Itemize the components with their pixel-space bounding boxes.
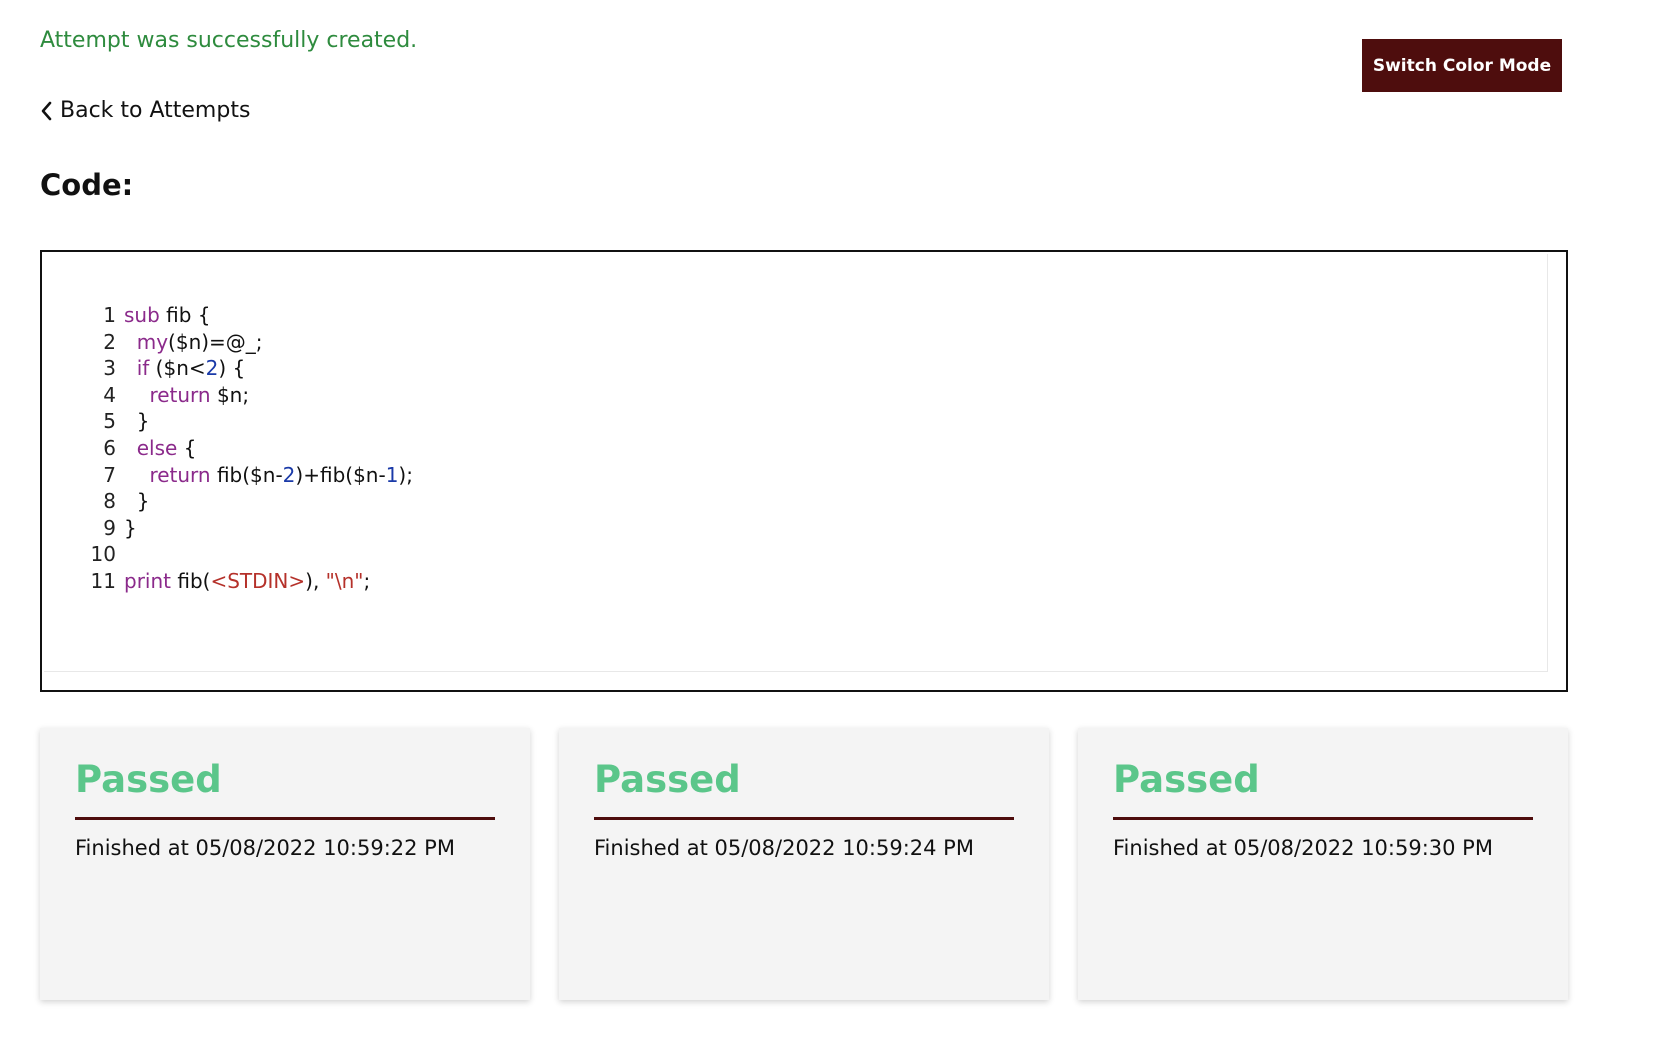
code-token: fib($n- — [210, 462, 283, 487]
code-token: fib( — [171, 568, 211, 593]
code-scroll-area[interactable]: 1 sub fib {2 my($n)=@_; 3 if ($n<2) {4 ret… — [44, 254, 1548, 672]
test-result-card: Passed Finished at 05/08/2022 10:59:22 P… — [40, 728, 530, 1000]
code-text: } — [124, 408, 150, 435]
test-result-card: Passed Finished at 05/08/2022 10:59:24 P… — [559, 728, 1049, 1000]
code-text: if ($n<2) { — [124, 355, 246, 382]
code-text: } — [124, 515, 137, 542]
line-number: 11 — [90, 568, 116, 593]
code-line: 8 } — [84, 488, 413, 515]
finished-time: Finished at 05/08/2022 10:59:24 PM — [594, 836, 974, 860]
code-token: 1 — [385, 462, 399, 487]
code-text: else { — [124, 435, 197, 462]
code-line: 1 sub fib { — [84, 302, 413, 329]
code-token: ; — [363, 568, 371, 593]
line-number: 9 — [103, 515, 116, 540]
back-to-attempts-link[interactable]: Back to Attempts — [40, 98, 250, 123]
chevron-left-icon — [40, 101, 52, 121]
line-number: 2 — [103, 329, 116, 354]
code-text: my($n)=@_; — [124, 329, 263, 356]
code-token: "\n" — [325, 568, 364, 593]
test-status: Passed — [1113, 758, 1260, 801]
code-token: 2 — [205, 356, 219, 381]
line-number: 5 — [103, 409, 116, 434]
code-token: if — [136, 356, 150, 381]
code-line: 11 print fib(<STDIN>), "\n"; — [84, 568, 413, 595]
finished-time: Finished at 05/08/2022 10:59:30 PM — [1113, 836, 1493, 860]
line-number: 8 — [103, 489, 116, 514]
test-status: Passed — [594, 758, 741, 801]
code-token: return — [149, 382, 211, 407]
card-divider — [594, 817, 1014, 820]
code-token: $n; — [210, 382, 250, 407]
code-line: 10 — [84, 541, 413, 568]
code-text: return fib($n-2)+fib($n-1); — [124, 462, 413, 489]
code-line: 4 return $n; — [84, 382, 413, 409]
code-heading: Code: — [40, 168, 134, 202]
line-number: 10 — [90, 542, 116, 567]
code-line: 3 if ($n<2) { — [84, 355, 413, 382]
code-token: } — [124, 489, 150, 514]
code-line: 2 my($n)=@_; — [84, 329, 413, 356]
code-token: print — [124, 568, 171, 593]
code-token: { — [177, 435, 197, 460]
code-token: my — [136, 329, 169, 354]
card-divider — [1113, 817, 1533, 820]
finished-time: Finished at 05/08/2022 10:59:22 PM — [75, 836, 455, 860]
code-token: ) { — [218, 356, 246, 381]
code-text: return $n; — [124, 382, 249, 409]
code-token: ($n< — [149, 356, 206, 381]
back-to-attempts-label: Back to Attempts — [60, 98, 251, 123]
line-number: 6 — [103, 435, 116, 460]
line-number: 3 — [103, 356, 116, 381]
card-divider — [75, 817, 495, 820]
code-viewer: 1 sub fib {2 my($n)=@_; 3 if ($n<2) {4 ret… — [40, 250, 1568, 692]
code-token: } — [124, 409, 150, 434]
code-token: return — [149, 462, 211, 487]
line-number: 7 — [103, 462, 116, 487]
flash-message: Attempt was successfully created. — [40, 28, 418, 53]
test-status: Passed — [75, 758, 222, 801]
code-token: } — [124, 515, 137, 540]
code-token: else — [136, 435, 178, 460]
code-line: 7 return fib($n-2)+fib($n-1); — [84, 462, 413, 489]
line-number: 4 — [103, 382, 116, 407]
code-token: sub — [124, 303, 160, 327]
code-token: fib { — [159, 303, 211, 327]
code-token: 2 — [282, 462, 296, 487]
test-result-card: Passed Finished at 05/08/2022 10:59:30 P… — [1078, 728, 1568, 1000]
code-text: } — [124, 488, 150, 515]
code-line: 9} — [84, 515, 413, 542]
test-results: Passed Finished at 05/08/2022 10:59:22 P… — [40, 728, 1568, 1000]
line-number: 1 — [103, 303, 116, 327]
switch-color-mode-button[interactable]: Switch Color Mode — [1362, 39, 1562, 92]
code-token: )+fib($n- — [295, 462, 386, 487]
code-line: 6 else { — [84, 435, 413, 462]
code-token: ); — [398, 462, 413, 487]
code-line: 5 } — [84, 408, 413, 435]
code-text: sub fib { — [124, 302, 211, 329]
code-token: <STDIN> — [210, 568, 306, 593]
code-token: ($n)=@_; — [168, 329, 263, 354]
code-lines: 1 sub fib {2 my($n)=@_; 3 if ($n<2) {4 ret… — [84, 302, 413, 595]
code-text: print fib(<STDIN>), "\n"; — [124, 568, 370, 595]
code-token: ), — [305, 568, 326, 593]
